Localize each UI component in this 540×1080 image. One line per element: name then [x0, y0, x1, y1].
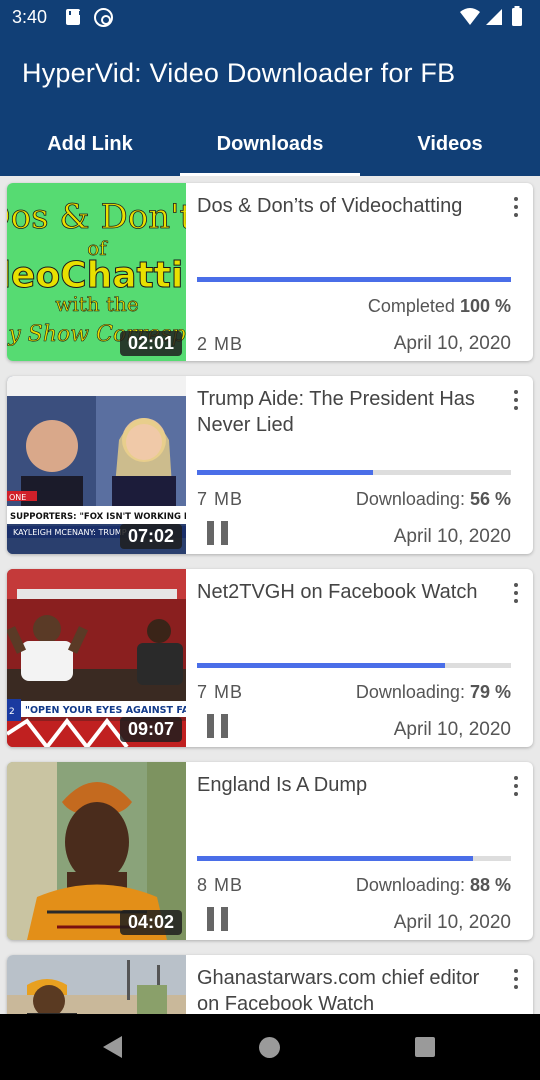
thumb-text-1: Dos & Don'ts — [7, 197, 186, 237]
file-size: 7 MB — [197, 489, 244, 509]
tab-add-link[interactable]: Add Link — [0, 118, 180, 176]
download-item[interactable]: Dos & Don'ts of leoChatti with the y Sho… — [7, 183, 533, 361]
download-item[interactable]: 2 "OPEN YOUR EYES AGAINST FAKE PA 09:07 … — [7, 569, 533, 747]
video-duration: 09:07 — [119, 717, 182, 742]
download-item[interactable]: 04:02 England Is A Dump 8 MB Downloading… — [7, 762, 533, 940]
svg-text:"OPEN YOUR EYES AGAINST FAKE P: "OPEN YOUR EYES AGAINST FAKE PA — [25, 705, 186, 716]
more-options-icon[interactable] — [513, 969, 519, 991]
more-options-icon[interactable] — [513, 390, 519, 412]
tab-bar: Add Link Downloads Videos — [0, 118, 540, 176]
video-thumbnail[interactable] — [7, 955, 186, 1014]
file-size: 7 MB — [197, 682, 244, 702]
svg-text:KAYLEIGH MCENANY: TRUMP: KAYLEIGH MCENANY: TRUMP — [13, 528, 127, 537]
video-thumbnail[interactable]: 04:02 — [7, 762, 186, 940]
pause-icon[interactable] — [207, 521, 229, 545]
progress-bar — [197, 856, 511, 861]
progress-fill — [197, 663, 446, 668]
progress-bar — [197, 277, 511, 282]
progress-fill — [197, 470, 373, 475]
file-size: 2 MB — [197, 334, 244, 354]
download-status: Downloading: 56 % — [355, 489, 511, 509]
video-title: Dos & Don’ts of Videochatting — [197, 195, 463, 217]
progress-fill — [197, 277, 511, 282]
video-title: England Is A Dump — [197, 774, 368, 796]
video-duration: 02:01 — [119, 331, 182, 356]
progress-bar — [197, 470, 511, 475]
svg-text:leoChatti: leoChatti — [7, 255, 183, 296]
app-title: HyperVid: Video Downloader for FB — [22, 58, 456, 88]
back-icon[interactable] — [103, 1036, 122, 1058]
download-status: Completed 100 % — [367, 296, 511, 316]
video-thumbnail[interactable]: 2 "OPEN YOUR EYES AGAINST FAKE PA 09:07 — [7, 569, 186, 747]
download-percent: 79 % — [469, 682, 511, 702]
video-title: Trump Aide: The President Has Never Lied — [197, 388, 475, 436]
battery-icon — [512, 8, 522, 26]
progress-fill — [197, 856, 474, 861]
download-status: Downloading: 79 % — [355, 682, 511, 702]
system-icons — [460, 6, 522, 26]
thumbnail-image — [7, 955, 186, 1014]
download-date: April 10, 2020 — [393, 912, 511, 933]
download-percent: 88 % — [469, 875, 511, 895]
recent-apps-icon[interactable] — [415, 1037, 435, 1057]
downloads-list[interactable]: Dos & Don'ts of leoChatti with the y Sho… — [0, 176, 540, 1014]
tab-downloads[interactable]: Downloads — [180, 118, 360, 176]
svg-text:with the: with the — [55, 292, 139, 316]
download-date: April 10, 2020 — [393, 719, 511, 740]
download-item[interactable]: Ghanastarwars.com chief editor on Facebo… — [7, 955, 533, 1014]
pause-icon[interactable] — [207, 907, 229, 931]
more-options-icon[interactable] — [513, 197, 519, 219]
system-nav-bar — [0, 1014, 540, 1080]
home-icon[interactable] — [259, 1037, 280, 1058]
file-size: 8 MB — [197, 875, 244, 895]
app-bar: HyperVid: Video Downloader for FB Add Li… — [0, 34, 540, 176]
status-time: 3:40 — [12, 7, 48, 27]
download-item[interactable]: ONE SUPPORTERS: "FOX ISN'T WORKING FOR U… — [7, 376, 533, 554]
download-percent: 100 % — [459, 296, 511, 316]
tab-videos[interactable]: Videos — [360, 118, 540, 176]
svg-text:SUPPORTERS: "FOX ISN'T WORKING: SUPPORTERS: "FOX ISN'T WORKING FOR US AN… — [10, 512, 186, 522]
download-percent: 56 % — [469, 489, 511, 509]
svg-text:ONE: ONE — [9, 493, 26, 502]
sd-card-icon — [66, 9, 81, 25]
more-options-icon[interactable] — [513, 583, 519, 605]
video-title: Net2TVGH on Facebook Watch — [197, 581, 478, 603]
progress-bar — [197, 663, 511, 668]
video-duration: 04:02 — [119, 910, 182, 935]
video-title: Ghanastarwars.com chief editor on Facebo… — [197, 967, 480, 1014]
svg-text:2: 2 — [9, 707, 15, 717]
video-thumbnail[interactable]: Dos & Don'ts of leoChatti with the y Sho… — [7, 183, 186, 361]
pause-icon[interactable] — [207, 714, 229, 738]
status-bar: 3:40 — [0, 0, 540, 34]
download-status: Downloading: 88 % — [355, 875, 511, 895]
video-thumbnail[interactable]: ONE SUPPORTERS: "FOX ISN'T WORKING FOR U… — [7, 376, 186, 554]
video-duration: 07:02 — [119, 524, 182, 549]
do-not-disturb-icon — [94, 8, 113, 27]
wifi-icon — [460, 8, 480, 25]
download-date: April 10, 2020 — [393, 526, 511, 547]
download-date: April 10, 2020 — [393, 333, 511, 354]
more-options-icon[interactable] — [513, 776, 519, 798]
signal-icon — [486, 9, 502, 25]
